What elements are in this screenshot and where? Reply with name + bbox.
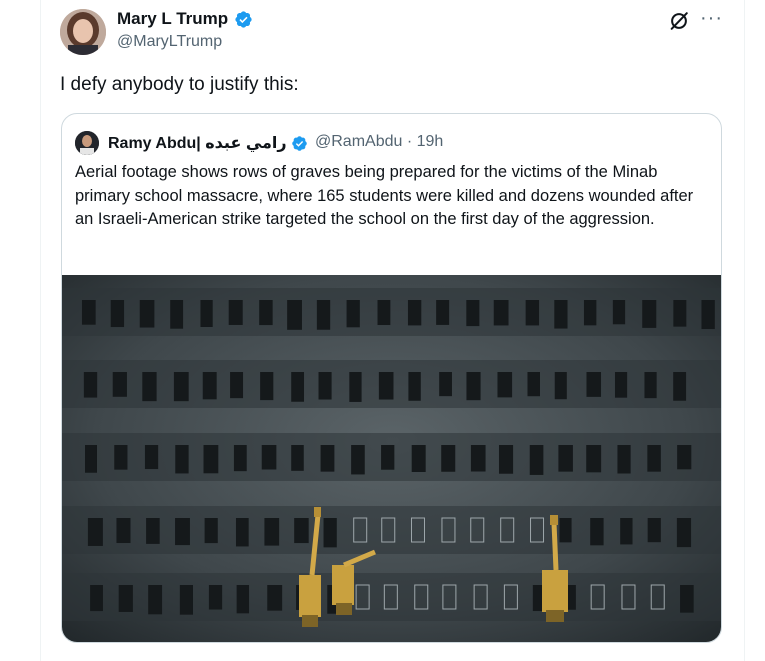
quoted-verified-badge-icon[interactable]	[291, 135, 308, 152]
verified-badge-icon[interactable]	[234, 10, 253, 29]
quoted-handle-timestamp[interactable]: @RamAbdu · 19h	[315, 133, 443, 151]
quoted-author-name[interactable]: Ramy Abdu| رامي عبده	[108, 133, 287, 153]
grok-icon[interactable]	[668, 10, 690, 32]
timeline-border-right	[744, 0, 745, 661]
quoted-tweet-text: Aerial footage shows rows of graves bein…	[75, 163, 694, 228]
quoted-tweet-card[interactable]: Ramy Abdu| رامي عبده @RamAbdu · 19h Aeri…	[61, 113, 722, 643]
avatar[interactable]	[60, 9, 106, 55]
more-icon[interactable]: ···	[700, 8, 723, 28]
tweet-text: I defy anybody to justify this:	[60, 74, 299, 95]
timeline-border-left	[40, 0, 41, 661]
author-name[interactable]: Mary L Trump	[117, 9, 228, 29]
aerial-graves-photo[interactable]	[62, 275, 721, 642]
quoted-avatar[interactable]	[75, 131, 99, 155]
author-handle[interactable]: @MaryLTrump	[117, 33, 222, 51]
photo-image	[62, 275, 721, 642]
